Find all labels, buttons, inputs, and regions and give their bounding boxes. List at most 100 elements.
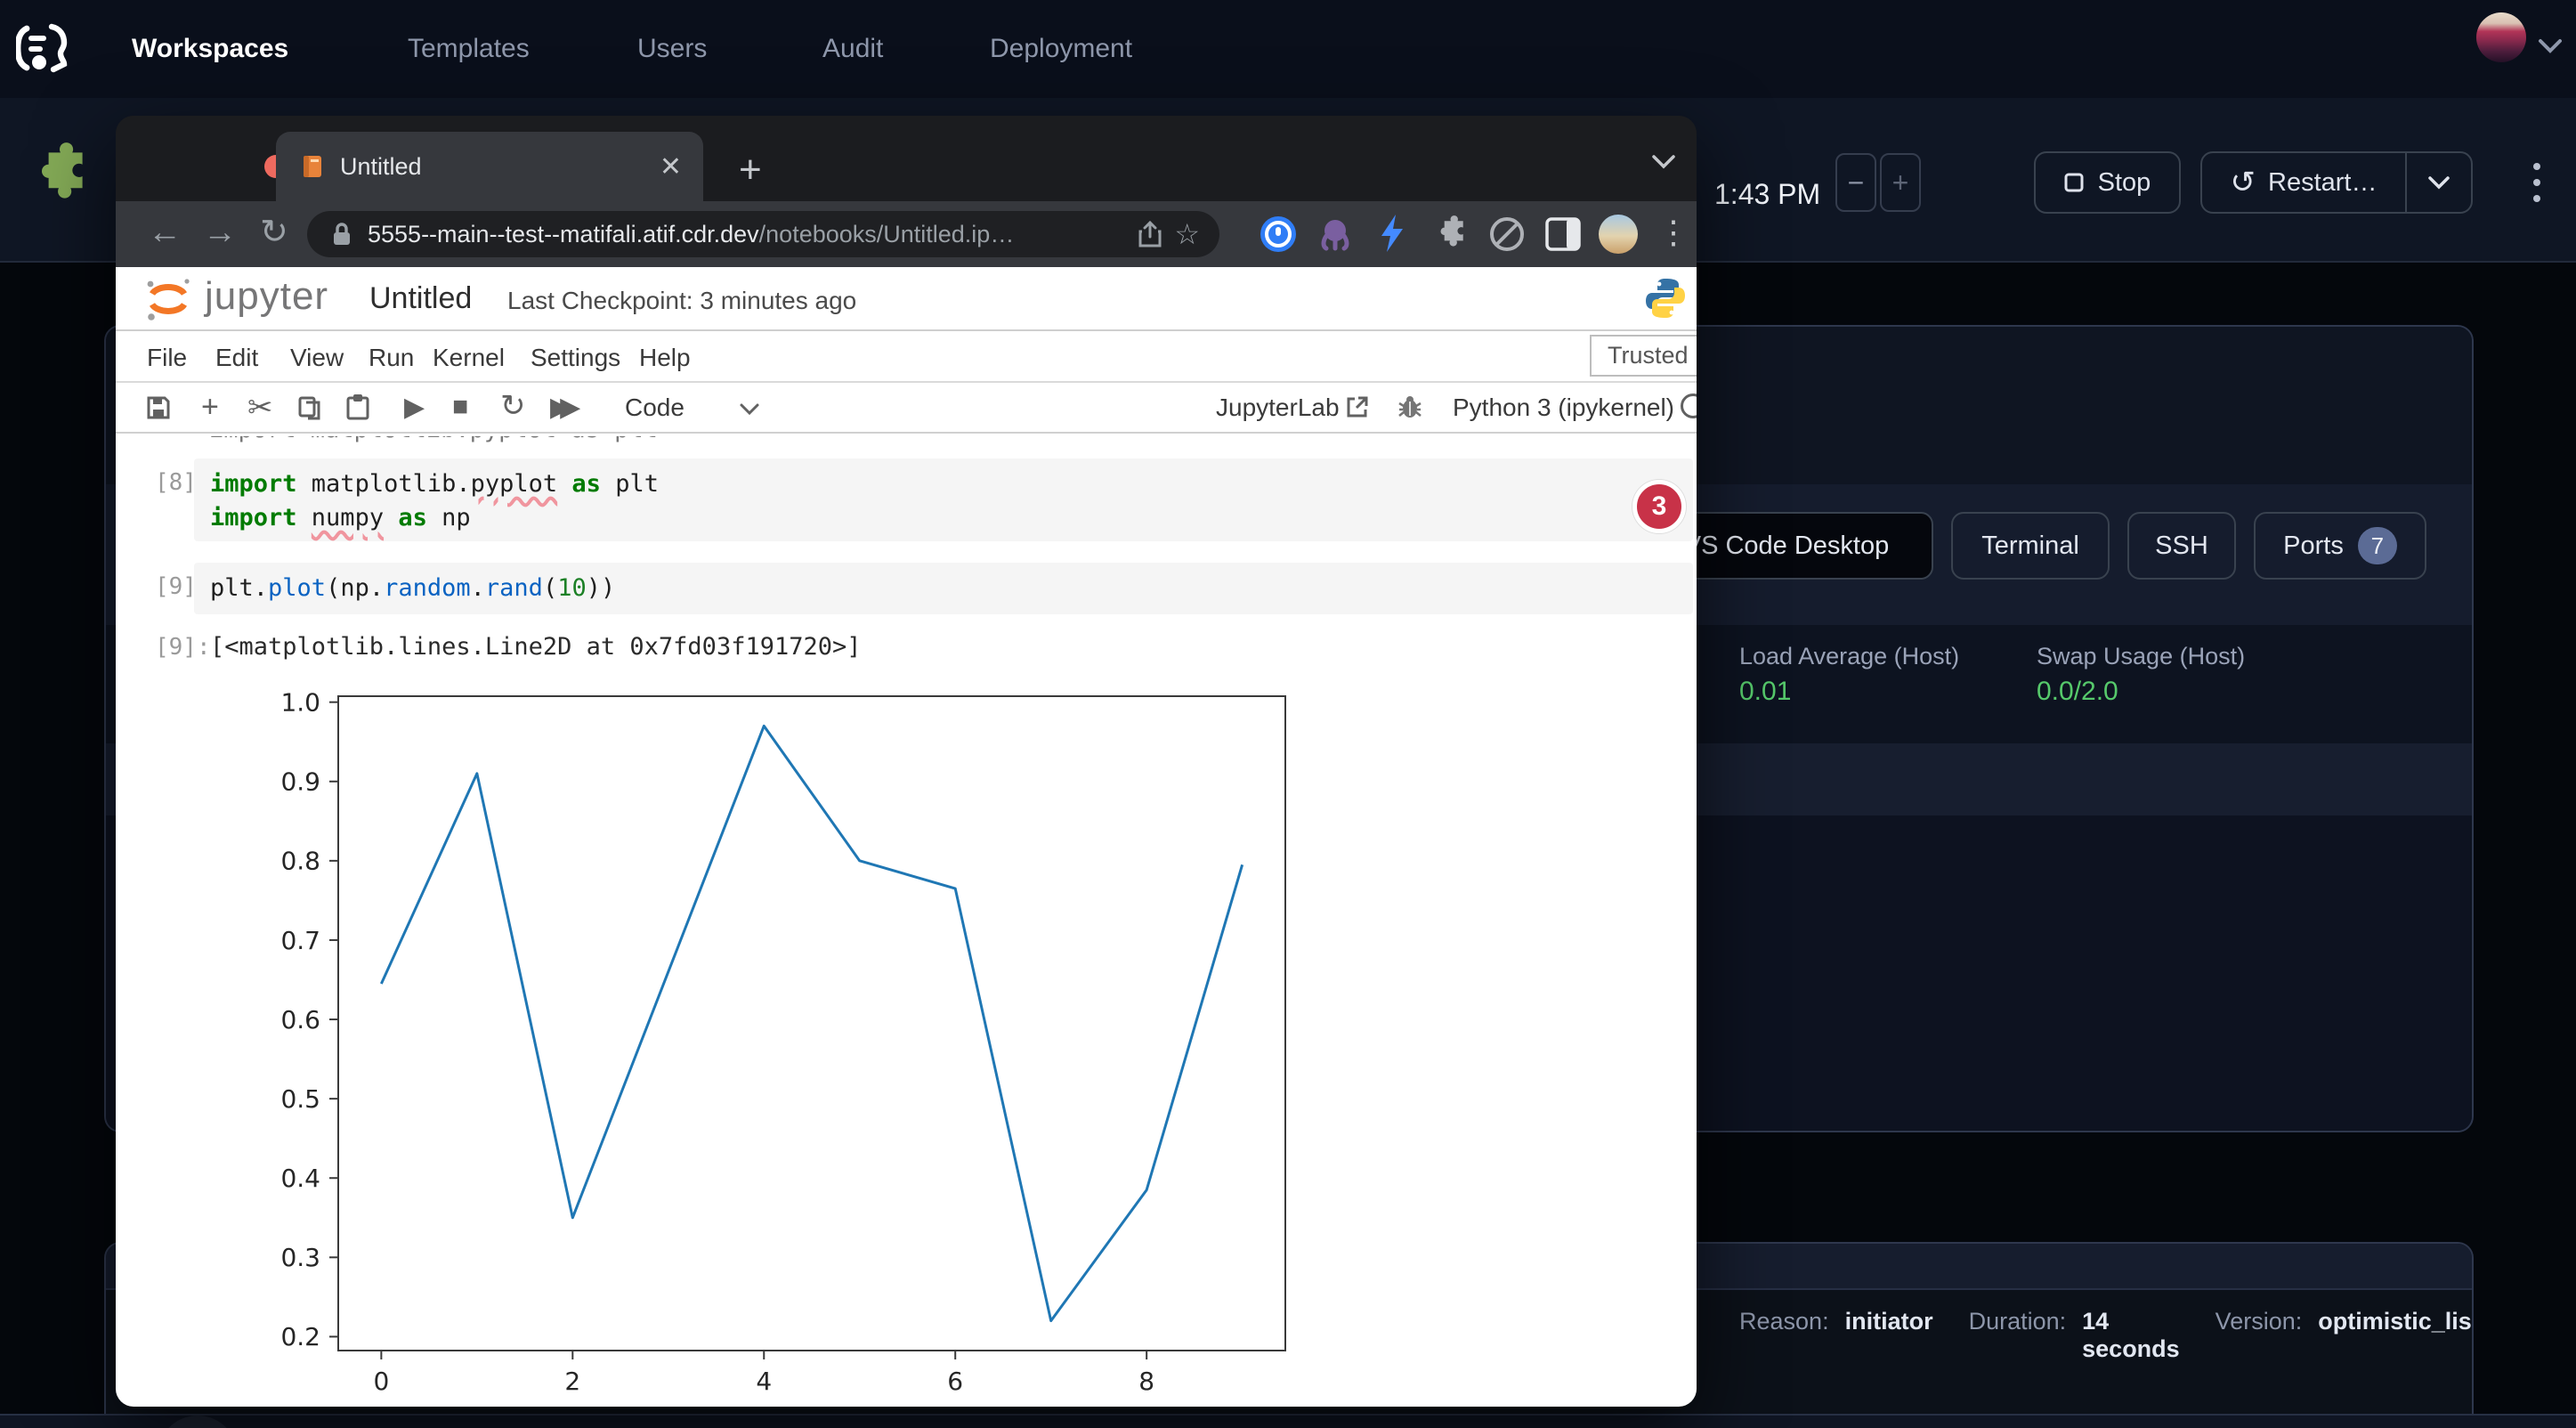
svg-text:0: 0 — [373, 1367, 389, 1396]
svg-text:8: 8 — [1138, 1367, 1154, 1396]
svg-text:0.3: 0.3 — [280, 1243, 320, 1272]
cell-type-select[interactable]: Code — [625, 394, 685, 422]
workspace-kebab-menu[interactable] — [2519, 153, 2555, 212]
output-prompt: [9]: — [155, 634, 211, 661]
notebook-title[interactable]: Untitled — [369, 281, 472, 316]
tab-search-chevron-icon[interactable] — [1650, 153, 1677, 171]
bottom-strip — [0, 1414, 2576, 1428]
stat-swap-value: 0.0/2.0 — [2037, 677, 2118, 707]
cell-input[interactable]: plt.plot(np.random.rand(10)) — [194, 563, 1693, 614]
cell-type-chevron-icon[interactable] — [739, 402, 760, 416]
stat-swap-label: Swap Usage (Host) — [2037, 643, 2245, 670]
jupyter-brand: jupyter — [205, 274, 328, 319]
stop-workspace-button[interactable]: Stop — [2034, 151, 2181, 214]
paste-cells-icon[interactable] — [345, 394, 370, 420]
extension-blocker-icon[interactable] — [1488, 215, 1526, 253]
run-cell-icon[interactable]: ▶ — [404, 392, 425, 423]
nav-item-users[interactable]: Users — [637, 34, 707, 64]
top-navbar: Workspaces Templates Users Audit Deploym… — [0, 0, 2576, 98]
build-version-value: optimistic_liskov9 — [2318, 1308, 2474, 1335]
cut-cells-icon[interactable]: ✂ — [247, 390, 273, 426]
menu-kernel[interactable]: Kernel — [433, 344, 505, 372]
side-panel-icon[interactable] — [1545, 217, 1581, 251]
cell-input[interactable]: import matplotlib.pyplot as plt import n… — [194, 458, 1693, 541]
external-link-icon[interactable] — [1346, 395, 1369, 418]
browser-profile-avatar[interactable] — [1599, 215, 1638, 254]
menu-help[interactable]: Help — [639, 344, 691, 372]
reload-icon[interactable]: ↻ — [260, 212, 288, 252]
restart-split-button: ↺ Restart… — [2200, 151, 2473, 214]
save-icon[interactable] — [146, 395, 171, 420]
restart-kernel-icon[interactable]: ↻ — [500, 388, 526, 424]
extension-octotree-icon[interactable] — [1316, 215, 1355, 254]
browser-toolbar: ← → ↻ 5555--main--test--matifali.atif.cd… — [116, 201, 1697, 267]
browser-tab[interactable]: Untitled ✕ — [276, 132, 703, 201]
svg-text:2: 2 — [564, 1367, 580, 1396]
workspace-puzzle-icon — [25, 142, 93, 210]
matplotlib-figure: 0.20.30.40.50.60.70.80.91.002468 — [240, 668, 1353, 1407]
code-cell-9[interactable]: [9]: plt.plot(np.random.rand(10)) — [116, 563, 1697, 616]
share-icon[interactable] — [1138, 221, 1162, 247]
schedule-increase-button[interactable]: + — [1880, 153, 1921, 212]
menu-edit[interactable]: Edit — [215, 344, 258, 372]
cell-output: [9]: [<matplotlib.lines.Line2D at 0x7fd0… — [116, 630, 1697, 666]
notebook-favicon — [299, 153, 326, 180]
trusted-button[interactable]: Trusted — [1590, 335, 1697, 377]
bookmark-star-icon[interactable]: ☆ — [1174, 217, 1200, 251]
lock-icon — [332, 222, 352, 247]
app-button-ports[interactable]: Ports 7 — [2254, 512, 2426, 580]
output-text: [<matplotlib.lines.Line2D at 0x7fd03f191… — [210, 630, 862, 664]
extensions-puzzle-icon[interactable] — [1431, 215, 1469, 253]
copy-cells-icon[interactable] — [297, 395, 322, 420]
svg-text:0.8: 0.8 — [280, 847, 320, 876]
debugger-bug-icon[interactable] — [1397, 394, 1422, 419]
url-host: 5555--main--test--matifali.atif.cdr.dev — [368, 221, 759, 248]
stat-load-label: Load Average (Host) — [1739, 643, 1959, 670]
app-button-ssh[interactable]: SSH — [2127, 512, 2236, 580]
user-avatar[interactable] — [2476, 12, 2526, 62]
stop-icon — [2064, 173, 2084, 192]
menu-file[interactable]: File — [147, 344, 187, 372]
kernel-name[interactable]: Python 3 (ipykernel) — [1453, 394, 1674, 422]
screen: Workspaces Templates Users Audit Deploym… — [0, 0, 2576, 1428]
menu-settings[interactable]: Settings — [531, 344, 620, 372]
nav-item-deployment[interactable]: Deployment — [990, 34, 1132, 64]
build-duration-value: 14 seconds — [2082, 1308, 2180, 1363]
restart-workspace-button[interactable]: ↺ Restart… — [2202, 153, 2405, 212]
python-logo-icon — [1643, 276, 1688, 320]
browser-window: Untitled ✕ + ← → ↻ 5555--main--test--mat… — [116, 116, 1697, 1407]
nav-item-audit[interactable]: Audit — [822, 34, 883, 64]
jupyterlab-link[interactable]: JupyterLab — [1216, 394, 1340, 422]
omnibox[interactable]: 5555--main--test--matifali.atif.cdr.dev … — [307, 211, 1219, 257]
build-info-row: Reason: initiator Duration: 14 seconds V… — [1739, 1308, 2474, 1363]
add-cell-icon[interactable]: + — [201, 390, 219, 425]
app-button-terminal[interactable]: Terminal — [1951, 512, 2110, 580]
menu-view[interactable]: View — [290, 344, 344, 372]
build-duration-label: Duration: — [1969, 1308, 2067, 1335]
nav-item-workspaces[interactable]: Workspaces — [132, 34, 288, 64]
nav-item-templates[interactable]: Templates — [408, 34, 530, 64]
browser-kebab-menu-icon[interactable]: ⋮ — [1657, 214, 1689, 251]
svg-text:4: 4 — [756, 1367, 772, 1396]
svg-text:1.0: 1.0 — [280, 687, 320, 717]
back-icon[interactable]: ← — [148, 214, 182, 252]
menu-run[interactable]: Run — [369, 344, 414, 372]
extension-lightning-icon[interactable] — [1374, 213, 1410, 254]
interrupt-kernel-icon[interactable]: ■ — [452, 392, 468, 422]
restart-options-button[interactable] — [2407, 153, 2471, 212]
build-reason-value: initiator — [1845, 1308, 1933, 1335]
code-cell-8[interactable]: [8]: import matplotlib.pyplot as plt imp… — [116, 458, 1697, 543]
checkpoint-status: Last Checkpoint: 3 minutes ago — [507, 287, 856, 315]
restart-run-all-icon[interactable]: ▶▶ — [550, 392, 570, 423]
coder-logo-icon[interactable] — [16, 21, 68, 75]
schedule-decrease-button[interactable]: − — [1835, 153, 1876, 212]
extension-1password-icon[interactable] — [1259, 215, 1298, 254]
tab-close-icon[interactable]: ✕ — [660, 151, 682, 183]
jupyter-notebook: jupyter Untitled Last Checkpoint: 3 minu… — [116, 267, 1697, 1407]
new-tab-button[interactable]: + — [739, 148, 762, 192]
clipped-cell-text: import matplotlib.pyplot as plt — [209, 436, 921, 447]
forward-icon[interactable]: → — [203, 214, 237, 252]
restart-icon: ↺ — [2231, 165, 2256, 200]
avatar-chevron-down-icon[interactable] — [2537, 37, 2564, 55]
notification-badge[interactable]: 3 — [1632, 480, 1686, 533]
